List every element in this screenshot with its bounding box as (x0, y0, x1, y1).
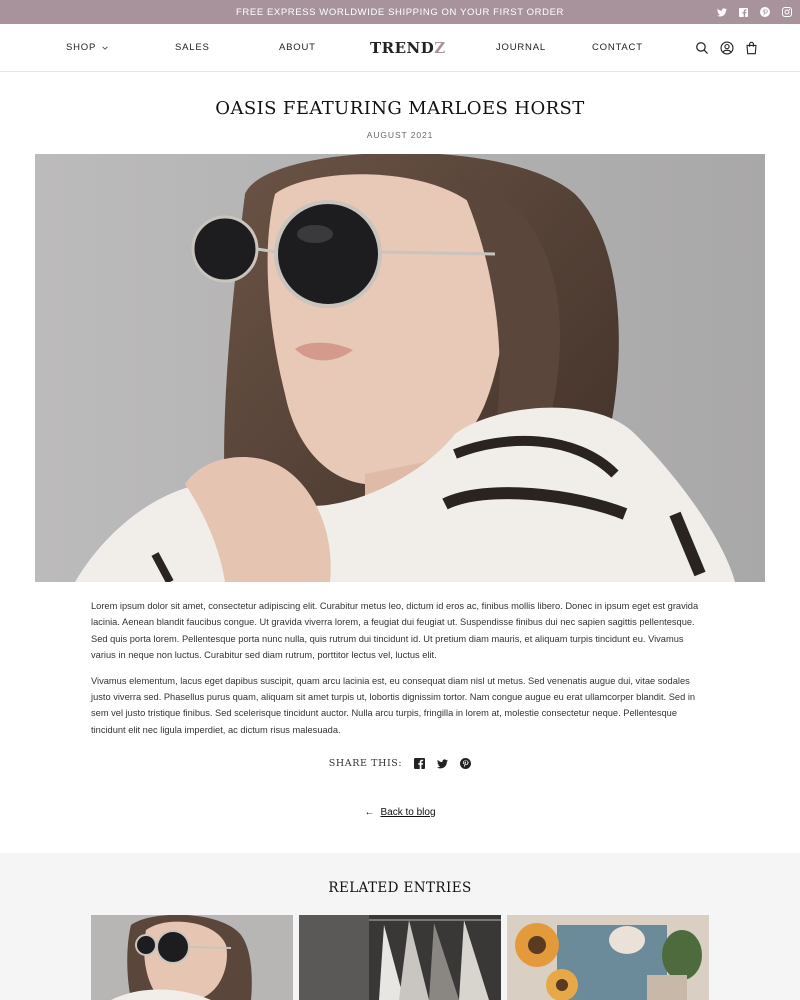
facebook-icon[interactable] (739, 7, 748, 17)
nav-icons (695, 24, 758, 71)
chevron-down-icon (102, 46, 108, 50)
nav-about[interactable]: ABOUT (279, 24, 316, 71)
main-nav: SHOP SALES ABOUT TREND Z JOURNAL CONTACT (0, 24, 800, 72)
pinterest-icon[interactable] (760, 7, 770, 17)
social-links-top (717, 0, 792, 24)
site-logo[interactable]: TREND Z (370, 24, 446, 71)
nav-journal-label: JOURNAL (496, 42, 546, 53)
logo-main: TREND (370, 38, 435, 57)
article-paragraph: Vivamus elementum, lacus eget dapibus su… (91, 675, 696, 735)
twitter-icon[interactable] (717, 7, 727, 17)
nav-contact[interactable]: CONTACT (592, 24, 643, 71)
nav-journal[interactable]: JOURNAL (496, 24, 546, 71)
arrow-left-icon: ← (364, 807, 375, 818)
hero-image (35, 154, 765, 582)
article-paragraph: Lorem ipsum dolor sit amet, consectetur … (91, 601, 699, 661)
announcement-text: FREE EXPRESS WORLDWIDE SHIPPING ON YOUR … (236, 6, 564, 18)
nav-sales[interactable]: SALES (175, 24, 210, 71)
related-entry-2[interactable] (299, 915, 501, 1000)
article-date: AUGUST 2021 (366, 130, 434, 140)
back-to-blog-link[interactable]: Back to blog (380, 807, 435, 818)
twitter-icon[interactable] (437, 758, 449, 769)
nav-shop-label: SHOP (66, 42, 97, 53)
related-entry-3[interactable] (507, 915, 709, 1000)
logo-accent: Z (434, 38, 446, 57)
share-bar: SHARE THIS: (0, 758, 800, 769)
related-image-1 (91, 915, 293, 1000)
nav-shop[interactable]: SHOP (66, 24, 109, 71)
instagram-icon[interactable] (782, 7, 792, 17)
account-icon[interactable] (720, 40, 734, 55)
search-icon[interactable] (695, 41, 709, 55)
related-title: RELATED ENTRIES (328, 880, 472, 896)
back-to-blog[interactable]: ← Back to blog (0, 807, 800, 818)
article-body: Lorem ipsum dolor sit amet, consectetur … (91, 598, 709, 747)
related-image-3 (507, 915, 709, 1000)
cart-icon[interactable] (745, 41, 758, 55)
share-label: SHARE THIS: (328, 758, 403, 769)
nav-about-label: ABOUT (279, 42, 316, 53)
article-title: OASIS FEATURING MARLOES HORST (215, 98, 585, 119)
nav-sales-label: SALES (175, 42, 210, 53)
pinterest-icon[interactable] (460, 758, 472, 769)
nav-contact-label: CONTACT (592, 42, 643, 53)
announcement-bar: FREE EXPRESS WORLDWIDE SHIPPING ON YOUR … (0, 0, 800, 24)
related-image-2 (299, 915, 501, 1000)
facebook-icon[interactable] (414, 758, 426, 769)
related-entry-1[interactable] (91, 915, 293, 1000)
